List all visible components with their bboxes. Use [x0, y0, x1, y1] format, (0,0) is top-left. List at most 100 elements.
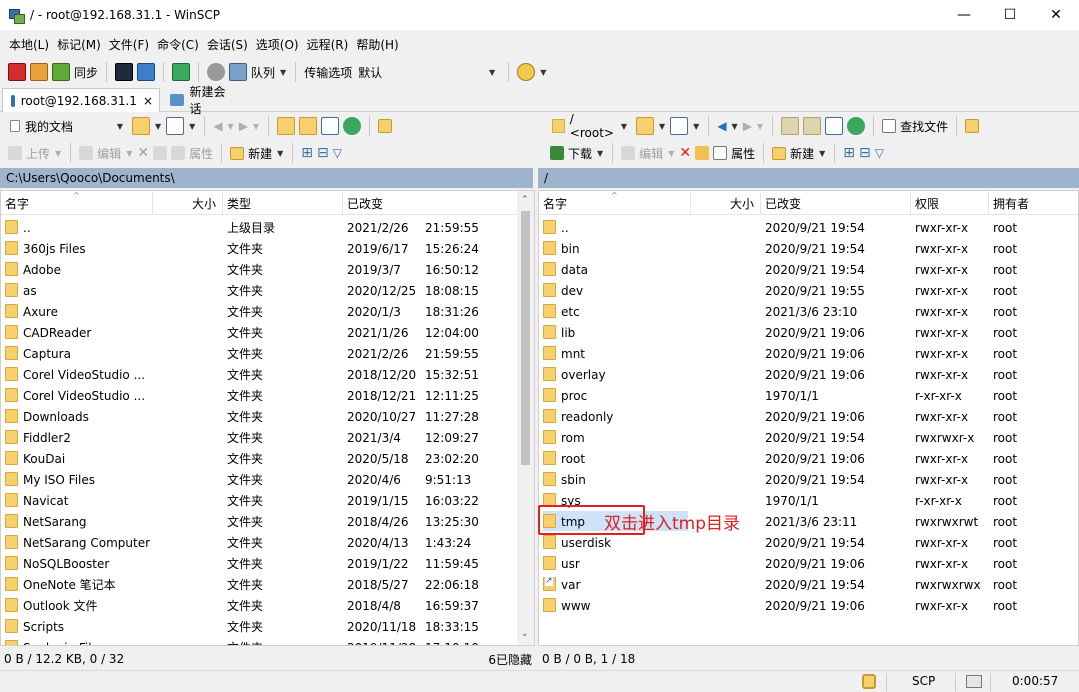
- edit-label[interactable]: 编辑: [97, 145, 121, 162]
- chevron-down-icon[interactable]: ▼: [280, 68, 286, 77]
- deselect-icon[interactable]: ⊟: [317, 145, 329, 161]
- table-row[interactable]: Navicat 文件夹 2019/1/15 16:03:22: [1, 490, 534, 511]
- table-row[interactable]: NetSarang Computer 文件夹 2020/4/13 1:43:24: [1, 532, 534, 553]
- col-changed[interactable]: 已改变: [343, 191, 517, 215]
- home-icon[interactable]: [825, 117, 844, 135]
- rename-icon[interactable]: [153, 146, 168, 160]
- table-row[interactable]: OneNote 笔记本 文件夹 2018/5/27 22:06:18: [1, 574, 534, 595]
- download-icon[interactable]: [550, 146, 564, 160]
- upload-icon[interactable]: [8, 146, 22, 160]
- col-type[interactable]: 类型: [223, 191, 343, 215]
- chevron-down-icon[interactable]: ▼: [732, 122, 738, 131]
- chevron-down-icon[interactable]: ▼: [597, 149, 603, 158]
- sync-icon[interactable]: [52, 63, 70, 81]
- table-row[interactable]: Adobe 文件夹 2019/3/7 16:50:12: [1, 259, 534, 280]
- chevron-down-icon[interactable]: ▼: [277, 149, 283, 158]
- find-files-label[interactable]: 查找文件: [900, 118, 948, 135]
- forward-icon[interactable]: ▶: [239, 119, 248, 133]
- chevron-down-icon[interactable]: ▼: [55, 149, 61, 158]
- table-row[interactable]: Axure 文件夹 2020/1/3 18:31:26: [1, 301, 534, 322]
- table-row[interactable]: dev 2020/9/21 19:55 rwxr-xr-x root: [539, 280, 1078, 301]
- filter-mask-icon[interactable]: ▽: [875, 146, 884, 160]
- table-row[interactable]: Sunlogin Files 文件夹2019/11/2817:10:10: [1, 637, 534, 645]
- left-scrollbar[interactable]: ⌃ ⌄: [517, 191, 534, 645]
- delete-icon[interactable]: ✕: [137, 145, 149, 161]
- table-row[interactable]: readonly 2020/9/21 19:06 rwxr-xr-x root: [539, 406, 1078, 427]
- upload-label[interactable]: 上传: [26, 145, 50, 162]
- new-folder-icon[interactable]: [230, 146, 245, 160]
- queue-label[interactable]: 队列: [251, 64, 275, 81]
- maximize-button[interactable]: ☐: [987, 0, 1033, 30]
- menu-file[interactable]: 文件(F): [106, 36, 152, 53]
- col-name[interactable]: 名字 ^: [539, 191, 691, 215]
- sync-browse-icon[interactable]: [30, 63, 48, 81]
- download-label[interactable]: 下载: [568, 145, 592, 162]
- scroll-thumb[interactable]: [521, 211, 530, 465]
- table-row[interactable]: www 2020/9/21 19:06 rwxr-xr-x root: [539, 595, 1078, 616]
- table-row[interactable]: My ISO Files 文件夹 2020/4/6 9:51:13: [1, 469, 534, 490]
- properties-label[interactable]: 属性: [731, 145, 755, 162]
- chevron-down-icon[interactable]: ▼: [126, 149, 132, 158]
- chevron-down-icon[interactable]: ▼: [228, 122, 234, 131]
- col-name[interactable]: 名字 ^: [1, 191, 153, 215]
- table-row[interactable]: root 2020/9/21 19:06 rwxr-xr-x root: [539, 448, 1078, 469]
- table-row[interactable]: mnt 2020/9/21 19:06 rwxr-xr-x root: [539, 343, 1078, 364]
- table-row[interactable]: var 2020/9/21 19:54 rwxrwxrwx root: [539, 574, 1078, 595]
- minimize-button[interactable]: —: [941, 0, 987, 30]
- scroll-down-icon[interactable]: ⌄: [521, 629, 529, 639]
- scroll-up-icon[interactable]: ⌃: [521, 195, 529, 205]
- table-row[interactable]: as 文件夹 2020/12/25 18:08:15: [1, 280, 534, 301]
- home-icon[interactable]: [321, 117, 340, 135]
- parent-dir-icon[interactable]: [781, 117, 800, 135]
- select-all-icon[interactable]: ⊞: [843, 145, 855, 161]
- table-row[interactable]: 360js Files 文件夹 2019/6/17 15:26:24: [1, 238, 534, 259]
- queue-icon[interactable]: [229, 63, 248, 81]
- table-row[interactable]: data 2020/9/21 19:54 rwxr-xr-x root: [539, 259, 1078, 280]
- edit-icon[interactable]: [621, 146, 636, 160]
- table-row[interactable]: CADReader 文件夹 2021/1/26 12:04:00: [1, 322, 534, 343]
- menu-mark[interactable]: 标记(M): [54, 36, 104, 53]
- right-path-bar[interactable]: /: [538, 168, 1079, 188]
- table-row[interactable]: usr 2020/9/21 19:06 rwxr-xr-x root: [539, 553, 1078, 574]
- edit-icon[interactable]: [79, 146, 94, 160]
- chevron-down-icon[interactable]: ▼: [189, 122, 195, 131]
- properties-label[interactable]: 属性: [189, 145, 213, 162]
- chevron-down-icon[interactable]: ▼: [693, 122, 699, 131]
- bookmark-icon[interactable]: [965, 119, 980, 133]
- table-row[interactable]: rom 2020/9/21 19:54 rwxrwxr-x root: [539, 427, 1078, 448]
- menu-options[interactable]: 选项(O): [253, 36, 302, 53]
- table-row[interactable]: sbin 2020/9/21 19:54 rwxr-xr-x root: [539, 469, 1078, 490]
- refresh-icon[interactable]: [172, 63, 191, 81]
- forward-icon[interactable]: ▶: [743, 119, 752, 133]
- tab-new-session[interactable]: 新建会话: [162, 85, 242, 116]
- table-row[interactable]: NetSarang 文件夹 2018/4/26 13:25:30: [1, 511, 534, 532]
- chevron-down-icon[interactable]: ▼: [757, 122, 763, 131]
- table-row[interactable]: .. 2020/9/21 19:54 rwxr-xr-x root: [539, 217, 1078, 238]
- table-row[interactable]: Corel VideoStudio ... 文件夹 2018/12/20 15:32:…: [1, 364, 534, 385]
- hidden-count[interactable]: 6已隐藏: [488, 651, 532, 668]
- deselect-icon[interactable]: ⊟: [859, 145, 871, 161]
- open-folder-icon[interactable]: [636, 117, 654, 135]
- table-row[interactable]: KouDai 文件夹 2020/5/18 23:02:20: [1, 448, 534, 469]
- putty-icon[interactable]: [137, 63, 156, 81]
- col-size[interactable]: 大小: [153, 191, 223, 215]
- chevron-down-icon[interactable]: ▼: [540, 68, 546, 77]
- delete-icon[interactable]: ✕: [679, 145, 691, 161]
- sync-label[interactable]: 同步: [74, 64, 98, 81]
- back-icon[interactable]: ◀: [213, 119, 222, 133]
- new-label[interactable]: 新建: [248, 145, 272, 162]
- select-all-icon[interactable]: ⊞: [301, 145, 313, 161]
- chevron-down-icon[interactable]: ▼: [668, 149, 674, 158]
- open-folder-icon[interactable]: [132, 117, 150, 135]
- bookmark-icon[interactable]: [378, 119, 393, 133]
- menu-remote[interactable]: 远程(R): [304, 36, 352, 53]
- table-row[interactable]: lib 2020/9/21 19:06 rwxr-xr-x root: [539, 322, 1078, 343]
- chevron-down-icon[interactable]: ▼: [819, 149, 825, 158]
- right-location-select[interactable]: / <root> ▼: [548, 112, 634, 140]
- table-row[interactable]: Corel VideoStudio ... 文件夹 2018/12/21 12:11:…: [1, 385, 534, 406]
- filter-icon[interactable]: [670, 117, 689, 135]
- filter-mask-icon[interactable]: ▽: [333, 146, 342, 160]
- menu-session[interactable]: 会话(S): [204, 36, 251, 53]
- left-path-bar[interactable]: C:\Users\Qooco\Documents\: [0, 168, 533, 188]
- table-row[interactable]: .. 上级目录 2021/2/26 21:59:55: [1, 217, 534, 238]
